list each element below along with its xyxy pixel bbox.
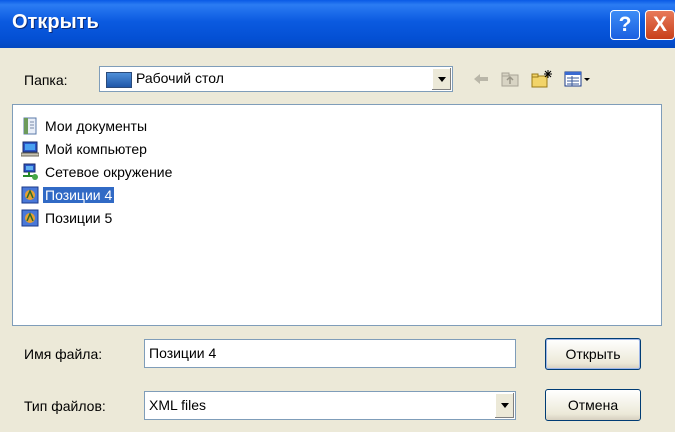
filename-label: Имя файла: bbox=[24, 346, 103, 362]
my-documents-icon bbox=[23, 117, 37, 135]
folder-label: Папка: bbox=[24, 72, 68, 88]
window-title: Открыть bbox=[12, 11, 99, 33]
xml-file-icon bbox=[21, 209, 39, 227]
help-icon: ? bbox=[618, 13, 632, 36]
folder-select[interactable]: Рабочий стол bbox=[99, 66, 453, 92]
views-menu-button[interactable] bbox=[563, 68, 593, 90]
desktop-icon bbox=[106, 72, 132, 88]
list-item-label: Позиции 5 bbox=[45, 210, 113, 226]
close-button[interactable]: X bbox=[645, 10, 675, 40]
file-list[interactable]: Мои документы Мой компьютер Сетевое окру… bbox=[12, 104, 662, 326]
list-item[interactable]: Позиции 5 bbox=[21, 207, 114, 229]
list-item-label: Сетевое окружение bbox=[45, 164, 173, 180]
close-icon: X bbox=[652, 13, 667, 36]
xml-file-icon bbox=[21, 186, 39, 204]
open-file-dialog: Открыть ? X Папка: Рабочий стол Мои доку… bbox=[0, 0, 675, 432]
filetype-select[interactable]: XML files bbox=[144, 391, 516, 420]
filetype-dropdown-arrow[interactable] bbox=[494, 393, 514, 418]
folder-dropdown-arrow[interactable] bbox=[431, 68, 451, 90]
open-button-label: Открыть bbox=[565, 346, 621, 362]
list-item-label: Позиции 4 bbox=[43, 187, 115, 203]
list-item[interactable]: Сетевое окружение bbox=[21, 161, 174, 183]
views-menu-icon bbox=[564, 71, 590, 87]
filetype-value: XML files bbox=[149, 397, 207, 413]
back-button[interactable] bbox=[470, 68, 492, 90]
list-item-label: Мои документы bbox=[45, 118, 148, 134]
filename-value: Позиции 4 bbox=[149, 345, 217, 361]
back-arrow-icon bbox=[474, 74, 488, 84]
open-button[interactable]: Открыть bbox=[545, 338, 641, 370]
list-item-selected[interactable]: Позиции 4 bbox=[21, 184, 115, 206]
cancel-button-label: Отмена bbox=[567, 397, 619, 413]
new-folder-button[interactable] bbox=[531, 68, 553, 90]
list-item-label: Мой компьютер bbox=[45, 141, 147, 157]
cancel-button[interactable]: Отмена bbox=[545, 389, 641, 421]
up-folder-icon bbox=[501, 72, 519, 87]
folder-value: Рабочий стол bbox=[136, 70, 224, 86]
filetype-label: Тип файлов: bbox=[24, 398, 106, 414]
filename-input[interactable]: Позиции 4 bbox=[144, 339, 516, 368]
list-item[interactable]: Мой компьютер bbox=[21, 138, 149, 160]
up-folder-button[interactable] bbox=[499, 68, 521, 90]
new-folder-icon bbox=[531, 70, 552, 88]
my-computer-icon bbox=[21, 141, 39, 157]
help-button[interactable]: ? bbox=[610, 10, 640, 40]
title-bar[interactable]: Открыть ? X bbox=[0, 0, 675, 48]
list-item[interactable]: Мои документы bbox=[21, 115, 149, 137]
network-places-icon bbox=[23, 163, 38, 180]
